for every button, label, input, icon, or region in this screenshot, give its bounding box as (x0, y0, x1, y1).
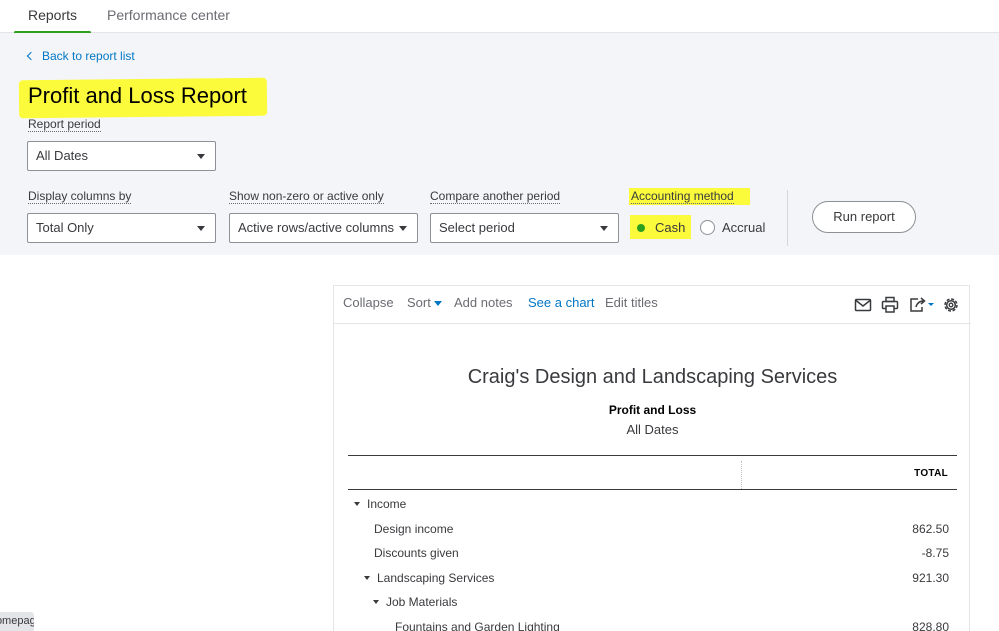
collapse-toggle-icon[interactable] (373, 600, 379, 604)
radio-checked-icon[interactable] (633, 220, 648, 235)
radio-unchecked-icon[interactable] (700, 220, 715, 235)
homepage-tab-label: Homepage (0, 615, 34, 627)
compare-period-select[interactable]: Select period (430, 213, 619, 243)
radio-cash[interactable]: Cash (633, 220, 685, 235)
report-card: Collapse Sort Add notes See a chart Edit… (333, 285, 971, 631)
collapse-button[interactable]: Collapse (343, 295, 394, 310)
column-header-total[interactable]: TOTAL (894, 468, 948, 479)
panel-divider (787, 190, 788, 246)
report-toolbar: Collapse Sort Add notes See a chart Edit… (334, 286, 971, 324)
table-header-bottom-rule (348, 489, 957, 490)
report-row[interactable]: Design income 862.50 (348, 518, 957, 542)
row-name: Income (354, 497, 406, 511)
tab-reports[interactable]: Reports (13, 0, 92, 34)
radio-accrual-label: Accrual (722, 220, 766, 235)
caret-down-icon (197, 226, 205, 231)
row-label: Income (367, 497, 407, 511)
row-name: Discounts given (374, 546, 459, 560)
chevron-left-icon (26, 51, 36, 61)
nonzero-label: Show non-zero or active only (229, 189, 384, 204)
radio-cash-label: Cash (655, 220, 686, 235)
tab-performance-center[interactable]: Performance center (107, 0, 230, 33)
row-name: Landscaping Services (364, 571, 494, 585)
report-row[interactable]: Landscaping Services 921.30 (348, 567, 957, 591)
back-to-report-list-link[interactable]: Back to report list (26, 49, 135, 63)
nonzero-select[interactable]: Active rows/active columns (229, 213, 418, 243)
caret-down-icon (399, 226, 407, 231)
sort-button[interactable]: Sort (407, 295, 442, 310)
gear-icon[interactable] (941, 295, 961, 315)
report-period-value: All Dates (36, 148, 89, 163)
add-notes-button[interactable]: Add notes (454, 295, 513, 310)
radio-accrual[interactable]: Accrual (700, 220, 765, 235)
export-icon[interactable] (907, 295, 935, 315)
caret-down-icon (197, 154, 205, 159)
row-name: Fountains and Garden Lighting (395, 620, 560, 631)
display-columns-select[interactable]: Total Only (27, 213, 216, 243)
sort-label: Sort (407, 295, 431, 310)
report-row[interactable]: Job Materials (348, 591, 957, 615)
row-value[interactable]: 862.50 (912, 522, 949, 536)
compare-period-label: Compare another period (430, 189, 561, 204)
display-columns-label: Display columns by (28, 189, 132, 204)
report-title: Profit and Loss (608, 403, 697, 417)
page-title: Profit and Loss Report (28, 83, 247, 108)
report-period-text: All Dates (626, 422, 679, 437)
caret-down-icon (600, 226, 608, 231)
column-separator (741, 461, 742, 489)
display-columns-value: Total Only (36, 220, 94, 235)
top-tab-bar: Reports Performance center (0, 0, 999, 34)
see-a-chart-button[interactable]: See a chart (528, 295, 595, 310)
print-icon[interactable] (880, 295, 900, 315)
email-icon[interactable] (853, 295, 873, 315)
row-label: Job Materials (386, 595, 458, 609)
row-name: Design income (374, 522, 453, 536)
caret-down-icon (433, 301, 442, 307)
run-report-button[interactable]: Run report (812, 201, 916, 233)
nonzero-value: Active rows/active columns (238, 220, 395, 235)
company-name: Craig's Design and Landscaping Services (467, 366, 838, 388)
compare-period-value: Select period (439, 220, 515, 235)
report-row[interactable]: Fountains and Garden Lighting 828.80 (348, 616, 957, 631)
row-label: Landscaping Services (377, 570, 495, 585)
row-value[interactable]: -8.75 (922, 546, 949, 560)
report-row[interactable]: Income (348, 493, 957, 517)
edit-titles-button[interactable]: Edit titles (605, 295, 658, 310)
collapse-toggle-icon[interactable] (364, 575, 370, 580)
row-label: Discounts given (374, 546, 459, 560)
row-value[interactable]: 828.80 (912, 620, 949, 631)
report-row[interactable]: Discounts given -8.75 (348, 542, 957, 566)
row-label: Design income (374, 521, 454, 536)
table-header-top-rule (348, 455, 957, 456)
row-name: Job Materials (373, 595, 457, 609)
homepage-tab[interactable]: Homepage (0, 612, 34, 631)
row-label: Fountains and Garden Lighting (395, 619, 560, 631)
report-period-select[interactable]: All Dates (27, 141, 216, 171)
report-period-label: Report period (28, 117, 101, 132)
row-value[interactable]: 921.30 (912, 571, 949, 585)
back-link-label: Back to report list (42, 49, 135, 63)
collapse-toggle-icon[interactable] (354, 502, 360, 506)
accounting-method-label: Accounting method (631, 189, 734, 204)
